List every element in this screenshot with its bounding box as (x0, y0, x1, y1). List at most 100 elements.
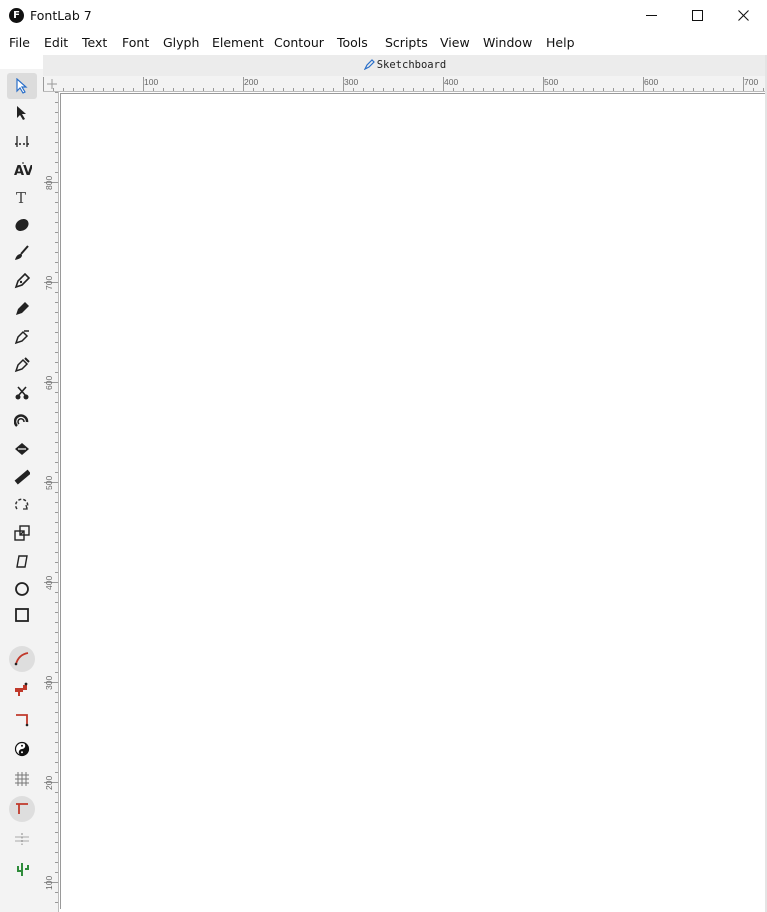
tab-strip: Sketchboard (43, 55, 767, 76)
ruler-label: 700 (44, 275, 54, 290)
knife-tool-icon (15, 386, 29, 400)
ruler-label: 300 (344, 77, 359, 87)
ruler-tool-button[interactable] (7, 464, 37, 490)
brush-tool-icon (15, 245, 29, 260)
tee-tool-icon (16, 803, 28, 814)
element-tool-icon (17, 106, 26, 120)
grid-icon (15, 772, 29, 786)
knife-tool-button[interactable] (7, 380, 37, 406)
rectangle-tool-button[interactable] (7, 602, 37, 628)
contour-tool-button[interactable] (7, 73, 37, 99)
eraser-tool-icon (15, 218, 29, 232)
tab-sketchboard-label: Sketchboard (376, 59, 447, 71)
ruler-label: 700 (744, 77, 759, 87)
fill-tool-button[interactable] (7, 436, 37, 462)
rectangle-tool-icon (15, 608, 29, 622)
ruler-tool-icon (14, 469, 30, 485)
slant-tool-button[interactable] (7, 548, 37, 574)
magnet-tool-button[interactable] (7, 408, 37, 434)
scale-tool-button[interactable] (7, 520, 37, 546)
smooth-curve-icon (14, 652, 29, 666)
ruler-label: 500 (544, 77, 559, 87)
metrics-tool-icon (15, 136, 29, 147)
ruler-label: 600 (44, 375, 54, 390)
title-bar: F FontLab 7 (0, 0, 767, 31)
close-button[interactable] (721, 0, 767, 31)
eraser-tool-button[interactable] (7, 212, 37, 238)
ruler-label: 400 (44, 575, 54, 590)
metrics-tool-button[interactable] (7, 128, 37, 154)
text-tool-button[interactable]: T (7, 184, 37, 210)
menu-element[interactable]: Element (212, 35, 264, 50)
ellipse-tool-icon (15, 582, 29, 596)
rapid-tool-button[interactable] (7, 324, 37, 350)
scale-tool-icon (14, 525, 30, 541)
ruler-label: 100 (144, 77, 159, 87)
menu-bar: File Edit Text Font Glyph Element Contou… (0, 31, 767, 53)
pencil-tool-button[interactable] (7, 268, 37, 294)
guides-icon (15, 833, 29, 845)
guides-tool-button[interactable] (7, 826, 37, 852)
element-tool-button[interactable] (7, 100, 37, 126)
grid-tool-button[interactable] (7, 766, 37, 792)
ruler-label: 600 (644, 77, 659, 87)
hammer-tool-icon (15, 682, 28, 696)
minimize-button[interactable] (629, 0, 675, 31)
text-tool-icon: T (16, 189, 26, 205)
menu-edit[interactable]: Edit (44, 35, 68, 50)
ruler-label: 300 (44, 675, 54, 690)
tool-palette: AV T (0, 69, 43, 912)
hammer-tool-button[interactable] (7, 676, 37, 702)
ruler-label: 800 (44, 175, 54, 190)
tee-tool-button[interactable] (9, 796, 35, 822)
contour-tool-icon (16, 78, 28, 94)
power-nib-icon (14, 357, 30, 373)
cactus-tool-button[interactable] (7, 856, 37, 882)
yin-yang-button[interactable] (7, 736, 37, 762)
corner-tool-icon (16, 714, 29, 727)
ruler-label: 200 (44, 775, 54, 790)
kerning-tool-icon: AV (14, 162, 32, 177)
ruler-label: 400 (444, 77, 459, 87)
menu-tools[interactable]: Tools (337, 35, 368, 50)
menu-text[interactable]: Text (82, 35, 107, 50)
ruler-label: 500 (44, 475, 54, 490)
menu-glyph[interactable]: Glyph (163, 35, 199, 50)
ellipse-tool-button[interactable] (7, 576, 37, 602)
rapid-tool-icon (14, 330, 29, 345)
pen-tool-icon (16, 302, 29, 315)
brush-tool-button[interactable] (7, 240, 37, 266)
kerning-tool-button[interactable]: AV (7, 156, 37, 182)
ruler-label: 100 (44, 875, 54, 890)
pen-icon (363, 59, 375, 70)
svg-text:AV: AV (14, 164, 32, 177)
power-nib-button[interactable] (7, 352, 37, 378)
horizontal-ruler: 100 200 300 400 500 600 700 (43, 76, 767, 92)
menu-font[interactable]: Font (122, 35, 149, 50)
smooth-curve-button[interactable] (9, 646, 35, 672)
pen-tool-button[interactable] (7, 296, 37, 322)
corner-tool-button[interactable] (7, 706, 37, 732)
rotate-tool-icon (14, 498, 29, 510)
window-title: FontLab 7 (30, 8, 92, 23)
close-icon (738, 10, 749, 21)
menu-window[interactable]: Window (483, 35, 532, 50)
menu-help[interactable]: Help (546, 35, 575, 50)
menu-scripts[interactable]: Scripts (385, 35, 428, 50)
menu-view[interactable]: View (440, 35, 470, 50)
menu-file[interactable]: File (9, 35, 30, 50)
cactus-icon (17, 863, 29, 876)
vertical-ruler: 800 700 600 500 400 300 200 100 (43, 92, 59, 912)
glyph-canvas[interactable] (60, 93, 765, 909)
app-logo-icon: F (9, 8, 24, 23)
tab-sketchboard[interactable]: Sketchboard (43, 59, 767, 71)
ruler-label: 200 (244, 77, 259, 87)
menu-contour[interactable]: Contour (274, 35, 324, 50)
minimize-icon (646, 15, 657, 16)
yin-yang-icon (14, 741, 30, 757)
maximize-button[interactable] (675, 0, 721, 31)
maximize-icon (692, 10, 703, 21)
pencil-tool-icon (14, 273, 30, 289)
rotate-tool-button[interactable] (7, 492, 37, 518)
slant-tool-icon (16, 555, 28, 568)
